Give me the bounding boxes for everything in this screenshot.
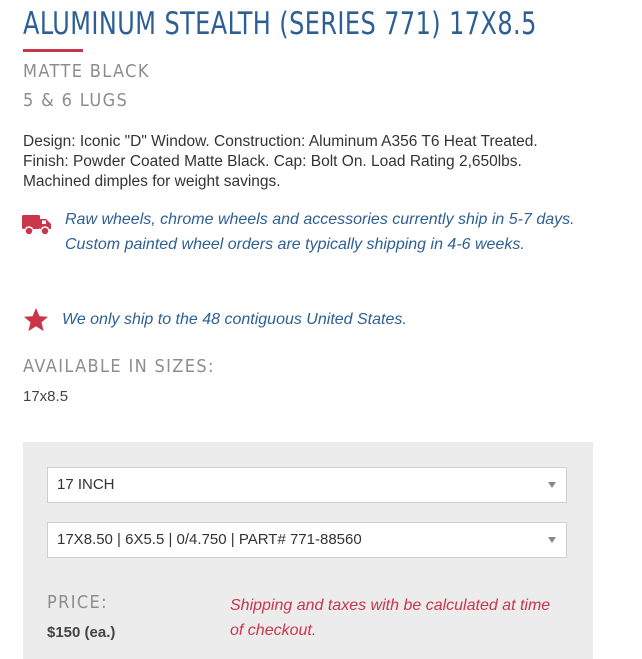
part-select[interactable]: 17X8.50 | 6X5.5 | 0/4.750 | PART# 771-88…: [47, 522, 567, 558]
star-icon: [23, 307, 49, 333]
caret-down-icon: [548, 537, 556, 543]
product-finish: MATTE BLACK: [23, 61, 150, 82]
part-select-value: 17X8.50 | 6X5.5 | 0/4.750 | PART# 771-88…: [57, 531, 362, 548]
caret-down-icon: [548, 482, 556, 488]
price-label: PRICE:: [47, 592, 108, 613]
shipping-time-notice: Raw wheels, chrome wheels and accessorie…: [65, 211, 575, 253]
product-lugs: 5 & 6 LUGS: [23, 90, 129, 111]
price-value: $150 (ea.): [47, 624, 116, 641]
size-select-value: 17 INCH: [57, 476, 115, 493]
product-title: ALUMINUM STEALTH (SERIES 771) 17X8.5: [23, 6, 537, 42]
size-select[interactable]: 17 INCH: [47, 467, 567, 503]
shipping-region-notice: We only ship to the 48 contiguous United…: [62, 311, 407, 328]
shipping-taxes-note: Shipping and taxes with be calculated at…: [230, 597, 551, 639]
truck-icon: [22, 212, 52, 238]
available-sizes-label: AVAILABLE IN SIZES:: [23, 356, 215, 377]
title-underline: [23, 49, 83, 52]
available-size-value: 17x8.5: [23, 388, 69, 405]
order-panel: 17 INCH 17X8.50 | 6X5.5 | 0/4.750 | PART…: [23, 442, 593, 659]
product-description: Design: Iconic "D" Window. Construction:…: [23, 133, 538, 190]
